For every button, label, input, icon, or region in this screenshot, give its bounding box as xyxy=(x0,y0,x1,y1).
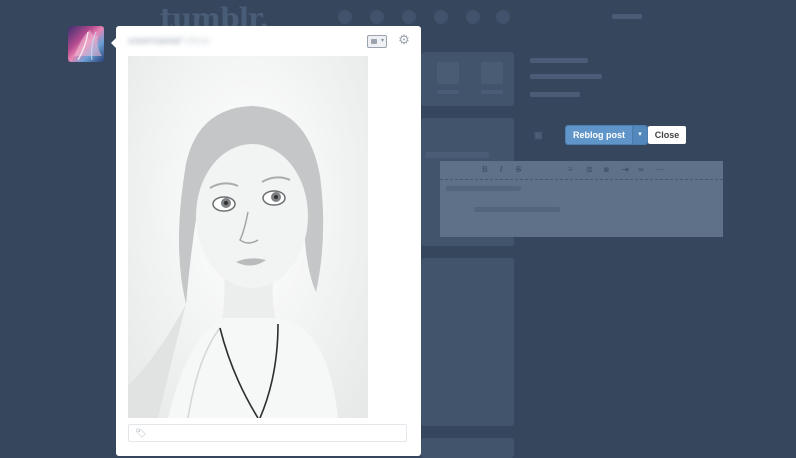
gear-icon[interactable]: ⚙ xyxy=(397,33,411,47)
post-composer-bar xyxy=(421,52,514,106)
blog-avatar[interactable] xyxy=(68,26,104,62)
italic-button[interactable]: I xyxy=(500,165,502,174)
editor-text-line xyxy=(474,207,560,212)
post-header: username Follow ▾ ⚙ xyxy=(116,26,421,54)
bulleted-list-icon[interactable]: ≣ xyxy=(586,165,593,174)
link-icon[interactable]: ∞ xyxy=(638,165,644,174)
dashboard-post xyxy=(421,438,514,458)
reblog-button-group: Reblog post ▾ xyxy=(566,126,647,144)
strikethrough-button[interactable]: S xyxy=(516,165,521,174)
messages-icon xyxy=(434,10,448,24)
post-photo[interactable] xyxy=(128,56,368,418)
dashboard-post xyxy=(421,258,514,426)
indent-icon[interactable]: ⇥ xyxy=(622,165,629,174)
image-icon[interactable]: ◙ xyxy=(604,165,609,174)
editor-text-line xyxy=(446,186,521,191)
close-button[interactable]: Close xyxy=(648,126,686,144)
follow-link[interactable]: Follow xyxy=(178,35,210,47)
blog-name-link[interactable]: username xyxy=(128,35,180,47)
numbered-list-icon[interactable]: ≡ xyxy=(568,165,573,174)
activity-icon xyxy=(466,10,480,24)
explore-icon xyxy=(370,10,384,24)
reblog-post-button[interactable]: Reblog post xyxy=(566,126,632,144)
more-options-icon[interactable]: ⋯ xyxy=(656,165,664,174)
tags-field[interactable]: 🏷 xyxy=(128,424,407,442)
reblog-options-chevron-icon[interactable]: ▾ xyxy=(632,126,647,144)
editor-toolbar: B I S ≡ ≣ ◙ ⇥ ∞ ⋯ xyxy=(440,161,723,180)
reblog-editor[interactable]: B I S ≡ ≣ ◙ ⇥ ∞ ⋯ xyxy=(440,161,723,237)
home-icon xyxy=(338,10,352,24)
account-icon xyxy=(496,10,510,24)
photo-icon[interactable]: ▾ xyxy=(367,35,387,48)
reblog-avatar-placeholder: ▣ xyxy=(534,130,543,140)
post-card: username Follow ▾ ⚙ 🏷 xyxy=(116,26,421,456)
tags-input[interactable] xyxy=(149,426,403,442)
inbox-icon xyxy=(402,10,416,24)
tag-icon: 🏷 xyxy=(135,428,147,438)
bold-button[interactable]: B xyxy=(482,165,488,174)
